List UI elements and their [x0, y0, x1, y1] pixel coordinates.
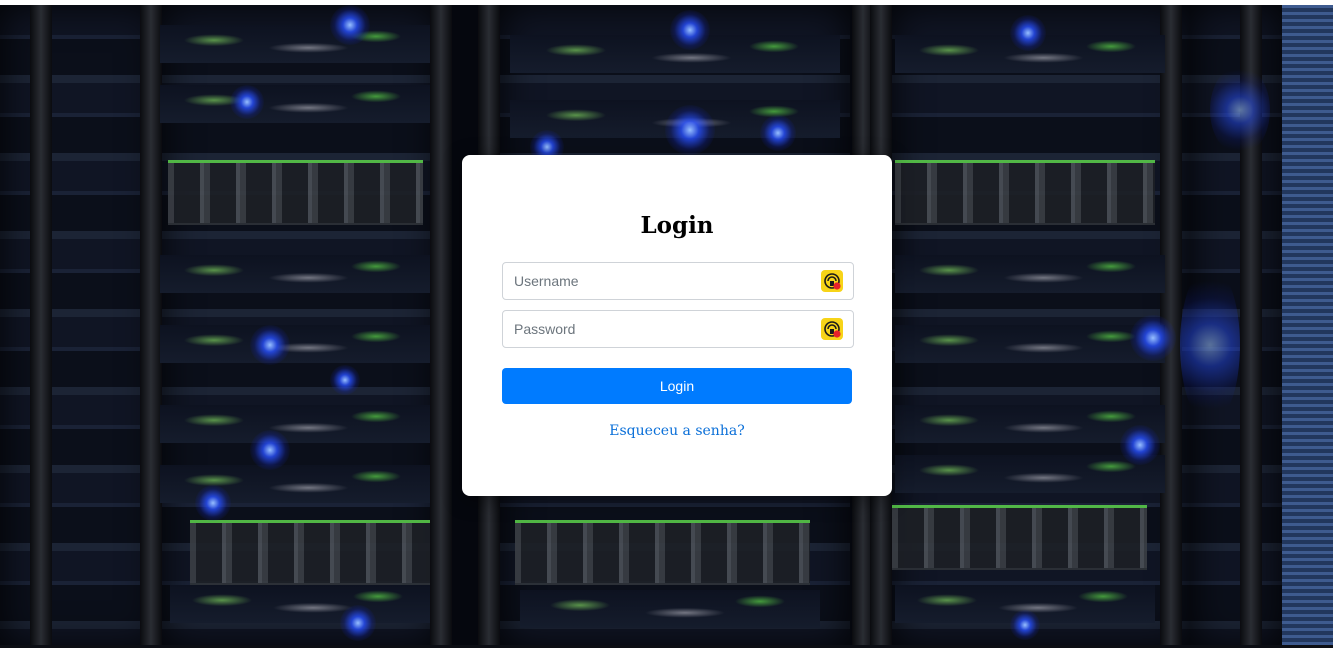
led-glow [250, 430, 290, 470]
server-unit [892, 505, 1147, 570]
cable-bundle [160, 325, 430, 363]
led-glow [665, 105, 715, 155]
rack-side-panel [1282, 5, 1333, 648]
led-glow [1180, 265, 1240, 425]
led-glow [1010, 610, 1040, 640]
led-glow [250, 325, 290, 365]
led-glow [1010, 15, 1046, 51]
rack-post [30, 5, 52, 648]
led-glow [330, 5, 370, 45]
led-glow [340, 605, 376, 641]
led-glow [230, 85, 264, 119]
login-card: Login L [462, 155, 892, 496]
server-unit [168, 160, 423, 225]
username-input[interactable] [503, 263, 814, 299]
led-glow [760, 115, 796, 151]
username-field[interactable] [502, 262, 854, 300]
rack-post [430, 5, 452, 648]
cable-bundle [895, 325, 1165, 363]
cable-bundle [160, 25, 430, 63]
login-title: Login [640, 212, 714, 239]
password-field[interactable] [502, 310, 854, 348]
password-input[interactable] [503, 311, 814, 347]
cable-bundle [160, 255, 430, 293]
cable-bundle [895, 255, 1165, 293]
cable-bundle [520, 590, 820, 628]
forgot-password-link[interactable]: Esqueceu a senha? [462, 421, 892, 441]
cable-bundle [160, 85, 430, 123]
cable-bundle [160, 405, 430, 443]
led-glow [195, 485, 231, 521]
login-button[interactable]: Login [502, 368, 852, 404]
cable-bundle [170, 585, 430, 623]
server-unit [895, 160, 1155, 225]
led-glow [670, 10, 710, 50]
led-glow [1130, 315, 1176, 361]
password-manager-icon[interactable] [821, 270, 843, 292]
led-glow [1120, 425, 1160, 465]
password-manager-icon[interactable] [821, 318, 843, 340]
server-unit [515, 520, 810, 585]
cable-bundle [895, 455, 1165, 493]
led-glow [330, 365, 360, 395]
rack-post [140, 5, 162, 648]
rack-left-edge [0, 5, 160, 648]
led-glow [1210, 65, 1270, 155]
server-unit [190, 520, 430, 585]
login-page: Login L [0, 0, 1333, 648]
